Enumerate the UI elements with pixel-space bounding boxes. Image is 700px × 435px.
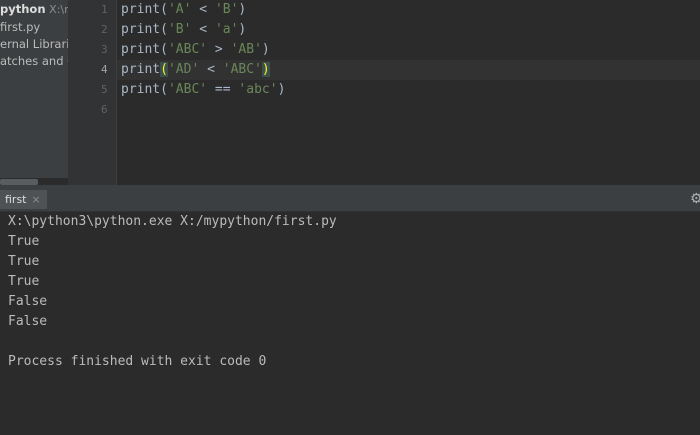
code-string: 'ABC' [222,62,262,77]
console-line: True [8,274,40,289]
matched-paren: ( [160,62,168,77]
code-string: 'ABC' [167,42,208,57]
line-number: 2 [101,23,108,36]
code-operator: < [191,2,215,17]
line-number: 6 [101,103,108,116]
console-line: True [8,254,40,269]
console-line-exit: Process finished with exit code 0 [8,354,267,369]
matched-paren: ) [261,62,270,77]
gear-icon[interactable]: ⚙ [690,191,700,207]
code-function: print( [121,2,168,17]
code-paren: ) [238,2,247,17]
code-operator: > [207,42,231,57]
code-string: 'ABC' [167,82,208,97]
code-string: 'a' [214,22,239,37]
code-function: print( [121,22,168,37]
code-line[interactable]: print('A' < 'B') [117,0,700,20]
line-number: 1 [101,3,108,16]
code-string: 'abc' [238,82,278,97]
code-line-current[interactable]: print('AD' < 'ABC') [117,60,700,80]
line-number: 3 [101,43,108,56]
tree-item-first-py[interactable]: first.py [0,20,40,34]
tree-item-scratches[interactable]: atches and Co [0,54,68,68]
code-string: 'B' [167,22,192,37]
code-editor[interactable]: print('A' < 'B') print('B' < 'a') print(… [117,0,700,185]
console-line: False [8,314,48,329]
code-line[interactable]: print('ABC' > 'AB') [117,40,700,60]
close-icon[interactable]: × [32,193,41,206]
code-paren: ) [277,82,286,97]
code-function: print( [121,42,168,57]
project-path: X:\my [49,3,68,16]
project-panel: python X:\my first.py ernal Libraries at… [0,0,68,178]
editor-gutter: 1 2 3 4 5 6 [68,0,117,185]
code-line[interactable]: print('ABC' == 'abc') [117,80,700,100]
console-line: X:\python3\python.exe X:/mypython/first.… [8,214,337,229]
code-function: print [121,62,161,77]
run-toolbar: first × ⚙ [0,188,700,212]
code-operator: < [191,22,215,37]
code-string: 'AD' [167,62,200,77]
code-string: 'A' [167,2,192,17]
code-operator: < [199,62,223,77]
code-paren: ) [238,22,247,37]
tree-item-external-libraries[interactable]: ernal Libraries [0,37,68,51]
code-function: print( [121,82,168,97]
line-number: 5 [101,83,108,96]
run-tab-first[interactable]: first × [0,190,47,209]
console-line: True [8,234,40,249]
tree-root[interactable]: python X:\my [0,2,68,16]
project-name: python [0,2,46,16]
code-string: 'AB' [230,42,262,57]
line-number-active: 4 [101,63,108,76]
run-tab-label: first [5,193,27,206]
code-operator: == [207,82,239,97]
code-paren: ) [261,42,270,57]
code-line[interactable]: print('B' < 'a') [117,20,700,40]
console-line: False [8,294,48,309]
code-string: 'B' [214,2,239,17]
run-console[interactable]: X:\python3\python.exe X:/mypython/first.… [0,212,700,435]
